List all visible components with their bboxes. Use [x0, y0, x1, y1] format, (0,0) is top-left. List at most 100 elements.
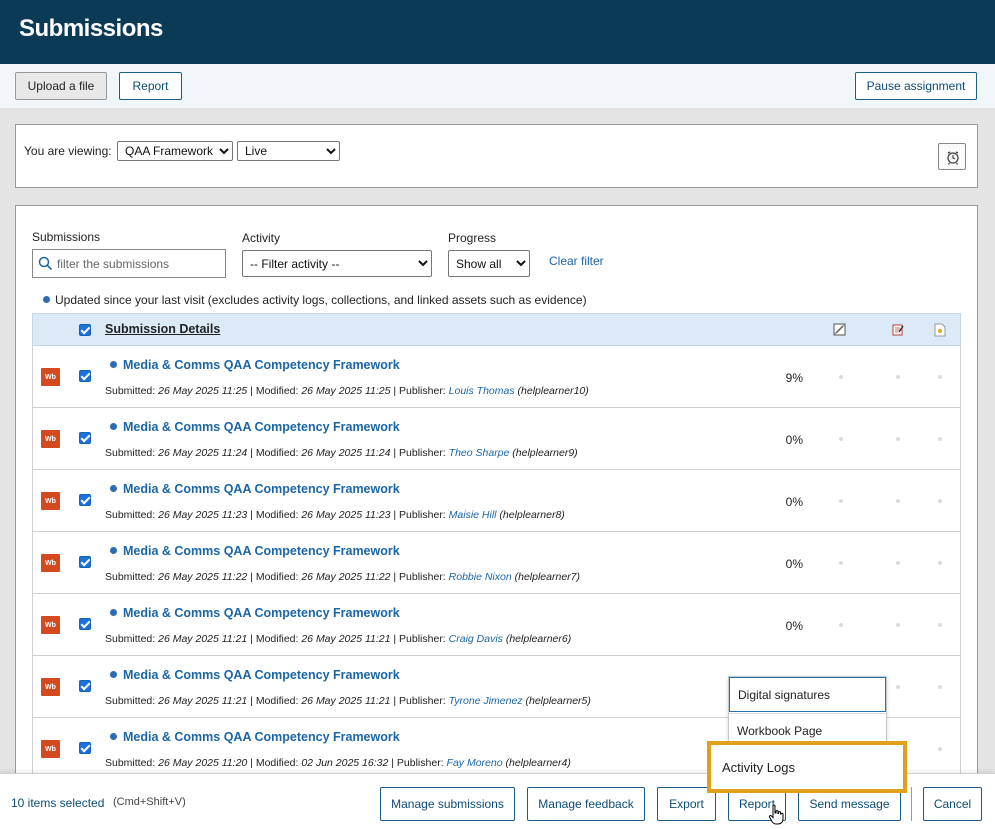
publisher-link[interactable]: Theo Sharpe	[449, 447, 510, 459]
submission-title-link[interactable]: Media & Comms QAA Competency Framework	[123, 668, 400, 682]
status-dot	[839, 437, 843, 441]
submission-meta: Submitted: 26 May 2025 11:25 | Modified:…	[105, 385, 589, 397]
progress-filter-label: Progress	[448, 231, 497, 245]
clear-filter-link[interactable]: Clear filter	[549, 254, 604, 268]
progress-select[interactable]: Show all	[448, 250, 530, 277]
framework-select[interactable]: QAA Framework	[117, 141, 233, 161]
updated-dot-icon	[110, 423, 117, 430]
updated-dot-icon	[110, 609, 117, 616]
activity-select[interactable]: -- Filter activity --	[242, 250, 432, 277]
divider	[911, 787, 912, 821]
submission-title-link[interactable]: Media & Comms QAA Competency Framework	[123, 730, 400, 744]
status-dot	[938, 437, 942, 441]
submission-details-header[interactable]: Submission Details	[105, 322, 220, 336]
search-input[interactable]	[57, 255, 217, 273]
report-toolbar-button[interactable]: Report	[119, 72, 182, 100]
workbook-badge-icon: Wb	[41, 740, 60, 758]
publisher-link[interactable]: Tyrone Jimenez	[449, 695, 523, 707]
row-checkbox[interactable]	[79, 742, 91, 754]
search-icon	[38, 256, 53, 271]
progress-value: 0%	[785, 433, 803, 447]
submission-title-link[interactable]: Media & Comms QAA Competency Framework	[123, 544, 400, 558]
workbook-badge-icon: Wb	[41, 678, 60, 696]
publisher-link[interactable]: Maisie Hill	[449, 509, 497, 521]
publisher-link[interactable]: Robbie Nixon	[449, 571, 512, 583]
publisher-link[interactable]: Fay Moreno	[447, 757, 503, 769]
table-row[interactable]: Wb Media & Comms QAA Competency Framewor…	[32, 532, 961, 594]
document-column-icon[interactable]	[934, 323, 946, 337]
submission-title-link[interactable]: Media & Comms QAA Competency Framework	[123, 420, 400, 434]
submissions-filter-label: Submissions	[32, 230, 101, 244]
table-row[interactable]: Wb Media & Comms QAA Competency Framewor…	[32, 346, 961, 408]
submission-meta: Submitted: 26 May 2025 11:22 | Modified:…	[105, 571, 580, 583]
table-header: Submission Details	[32, 313, 961, 346]
publisher-link[interactable]: Louis Thomas	[449, 385, 515, 397]
status-dot	[896, 375, 900, 379]
status-select[interactable]: Live	[237, 141, 340, 161]
table-row[interactable]: Wb Media & Comms QAA Competency Framewor…	[32, 594, 961, 656]
workbook-badge-icon: Wb	[41, 368, 60, 386]
pause-assignment-button[interactable]: Pause assignment	[855, 72, 977, 100]
manage-submissions-button[interactable]: Manage submissions	[380, 787, 515, 821]
activity-logs-label: Activity Logs	[722, 760, 795, 775]
status-dot	[896, 685, 900, 689]
menu-item-activity-logs[interactable]: Activity Logs	[707, 741, 907, 793]
workbook-badge-icon: Wb	[41, 616, 60, 634]
workbook-badge-icon: Wb	[41, 430, 60, 448]
search-box	[32, 249, 226, 278]
progress-value: 9%	[785, 371, 803, 385]
hand-cursor-icon	[768, 804, 784, 825]
status-dot	[938, 499, 942, 503]
page-title: Submissions	[19, 15, 163, 42]
row-checkbox[interactable]	[79, 680, 91, 692]
progress-value: 0%	[785, 557, 803, 571]
status-dot	[896, 561, 900, 565]
updated-dot-icon	[110, 547, 117, 554]
table-row[interactable]: Wb Media & Comms QAA Competency Framewor…	[32, 470, 961, 532]
row-checkbox[interactable]	[79, 494, 91, 506]
status-dot	[839, 561, 843, 565]
updated-dot-icon	[110, 361, 117, 368]
updated-dot-icon	[43, 296, 50, 303]
viewing-label: You are viewing:	[24, 144, 112, 158]
submission-meta: Submitted: 26 May 2025 11:20 | Modified:…	[105, 757, 571, 769]
progress-value: 0%	[785, 495, 803, 509]
status-dot	[839, 499, 843, 503]
status-dot	[896, 437, 900, 441]
activity-filter-label: Activity	[242, 231, 281, 245]
publisher-link[interactable]: Craig Davis	[449, 633, 503, 645]
submission-title-link[interactable]: Media & Comms QAA Competency Framework	[123, 358, 400, 372]
updated-legend-text: Updated since your last visit (excludes …	[55, 293, 587, 307]
workbook-badge-icon: Wb	[41, 554, 60, 572]
alarm-clock-icon	[947, 151, 959, 165]
progress-value: 0%	[785, 619, 803, 633]
table-row[interactable]: Wb Media & Comms QAA Competency Framewor…	[32, 408, 961, 470]
cancel-button[interactable]: Cancel	[923, 787, 982, 821]
status-dot	[839, 375, 843, 379]
viewing-panel: You are viewing: QAA Framework Live	[15, 124, 978, 188]
row-checkbox[interactable]	[79, 556, 91, 568]
updated-dot-icon	[110, 671, 117, 678]
updated-dot-icon	[110, 733, 117, 740]
feedback-column-icon[interactable]	[891, 323, 905, 337]
submission-meta: Submitted: 26 May 2025 11:21 | Modified:…	[105, 633, 572, 645]
status-dot	[938, 747, 942, 751]
row-checkbox[interactable]	[79, 370, 91, 382]
menu-item-digital-signatures[interactable]: Digital signatures	[729, 677, 886, 712]
status-dot	[938, 375, 942, 379]
row-checkbox[interactable]	[79, 432, 91, 444]
select-all-checkbox[interactable]	[79, 324, 91, 336]
submission-title-link[interactable]: Media & Comms QAA Competency Framework	[123, 606, 400, 620]
upload-file-button[interactable]: Upload a file	[15, 72, 107, 100]
row-checkbox[interactable]	[79, 618, 91, 630]
status-dot	[896, 499, 900, 503]
selected-count-text: 10 items selected	[11, 796, 105, 810]
workbook-badge-icon: Wb	[41, 492, 60, 510]
status-dot	[938, 623, 942, 627]
status-dot	[938, 561, 942, 565]
submission-meta: Submitted: 26 May 2025 11:23 | Modified:…	[105, 509, 565, 521]
signature-column-icon[interactable]	[833, 323, 847, 337]
alarm-button[interactable]	[938, 143, 966, 170]
manage-feedback-button[interactable]: Manage feedback	[527, 787, 645, 821]
submission-title-link[interactable]: Media & Comms QAA Competency Framework	[123, 482, 400, 496]
